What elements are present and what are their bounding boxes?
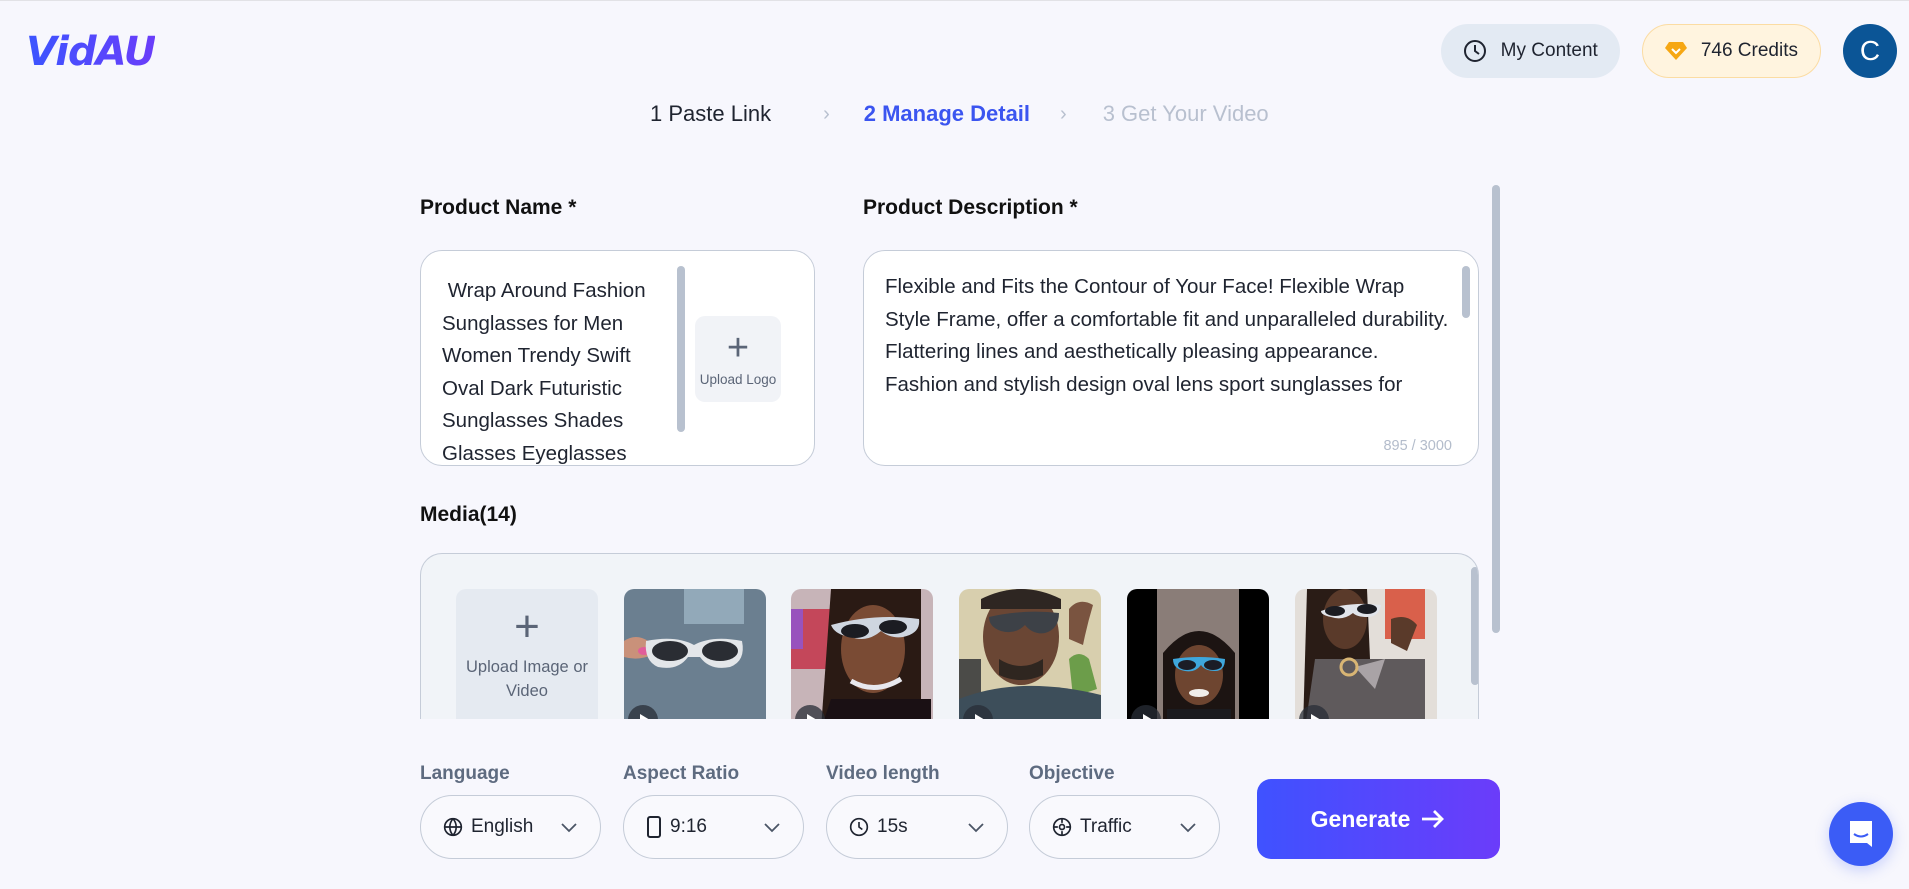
product-description-label: Product Description * [863, 196, 1078, 219]
page-scrollbar[interactable] [1492, 185, 1500, 633]
clock-icon [1463, 39, 1487, 63]
woman-mirror-selfie-thumb [1295, 589, 1437, 719]
media-thumbnail[interactable] [624, 589, 766, 719]
language-value: English [471, 816, 534, 837]
vidau-logo[interactable]: VidAU [26, 29, 156, 75]
my-content-button[interactable]: My Content [1440, 24, 1620, 78]
aspect-ratio-value: 9:16 [670, 816, 707, 837]
product-name-field[interactable]: Wrap Around Fashion Sunglasses for Men W… [420, 250, 815, 466]
media-gallery: + Upload Image or Video [420, 553, 1479, 719]
avatar[interactable]: C [1843, 24, 1897, 78]
media-thumbnail[interactable] [1127, 589, 1269, 719]
credits-label: 746 Credits [1700, 40, 1798, 61]
globe-icon [443, 817, 463, 837]
objective-label: Objective [1029, 763, 1115, 784]
aspect-ratio-label: Aspect Ratio [623, 763, 740, 784]
video-length-value: 15s [877, 816, 908, 837]
aspect-ratio-select[interactable]: 9:16 [623, 795, 804, 859]
video-length-select[interactable]: 15s [826, 795, 1008, 859]
media-thumbnail[interactable] [1295, 589, 1437, 719]
step-paste-link[interactable]: 1 Paste Link [650, 101, 771, 127]
man-dark-sunglasses-thumb [959, 589, 1101, 719]
upload-logo-label: Upload Logo [699, 371, 777, 387]
product-name-label: Product Name * [420, 196, 577, 219]
sunglasses-photo-thumb [624, 589, 766, 719]
clock-icon [849, 817, 869, 837]
upload-logo-button[interactable]: + Upload Logo [695, 316, 781, 402]
language-label: Language [420, 763, 510, 784]
arrow-right-icon [1420, 809, 1446, 829]
phone-icon [646, 816, 662, 838]
product-name-scrollbar[interactable] [677, 266, 685, 432]
plus-icon: + [514, 602, 540, 651]
generate-label: Generate [1310, 805, 1411, 832]
header-actions: My Content 746 Credits C [1440, 24, 1897, 78]
stepper: 1 Paste Link › 2 Manage Detail › 3 Get Y… [650, 101, 1269, 127]
step-get-your-video: 3 Get Your Video [1102, 101, 1269, 126]
chevron-down-icon [1179, 821, 1197, 833]
step-manage-detail[interactable]: 2 Manage Detail [864, 101, 1030, 127]
objective-value: Traffic [1080, 816, 1132, 837]
chevron-down-icon [560, 821, 578, 833]
chat-support-button[interactable] [1829, 802, 1893, 866]
chevron-down-icon [763, 821, 781, 833]
product-description-field[interactable]: Flexible and Fits the Contour of Your Fa… [863, 250, 1479, 466]
chevron-right-icon: › [823, 102, 830, 125]
woman-silver-sunglasses-thumb [791, 589, 933, 719]
objective-select[interactable]: Traffic [1029, 795, 1220, 859]
chevron-down-icon [967, 821, 985, 833]
diamond-icon [1664, 41, 1687, 61]
media-thumbnail[interactable] [791, 589, 933, 719]
video-length-label: Video length [826, 763, 940, 784]
product-description-input[interactable]: Flexible and Fits the Contour of Your Fa… [885, 271, 1455, 401]
woman-blue-sunglasses-thumb [1127, 589, 1269, 719]
description-scrollbar[interactable] [1462, 266, 1470, 318]
target-icon [1052, 817, 1072, 837]
generate-button[interactable]: Generate [1257, 779, 1500, 859]
media-thumbnail[interactable] [959, 589, 1101, 719]
upload-media-button[interactable]: + Upload Image or Video [456, 589, 598, 719]
credits-button[interactable]: 746 Credits [1641, 24, 1821, 78]
chevron-right-icon: › [1060, 102, 1067, 125]
my-content-label: My Content [1500, 40, 1598, 61]
upload-media-label: Upload Image or Video [466, 658, 588, 700]
char-counter: 895 / 3000 [1383, 438, 1452, 454]
media-scrollbar[interactable] [1471, 567, 1478, 685]
product-name-input[interactable]: Wrap Around Fashion Sunglasses for Men W… [442, 275, 672, 465]
chat-icon [1847, 819, 1875, 849]
language-select[interactable]: English [420, 795, 601, 859]
media-label: Media(14) [420, 503, 517, 526]
plus-icon: + [726, 326, 750, 369]
